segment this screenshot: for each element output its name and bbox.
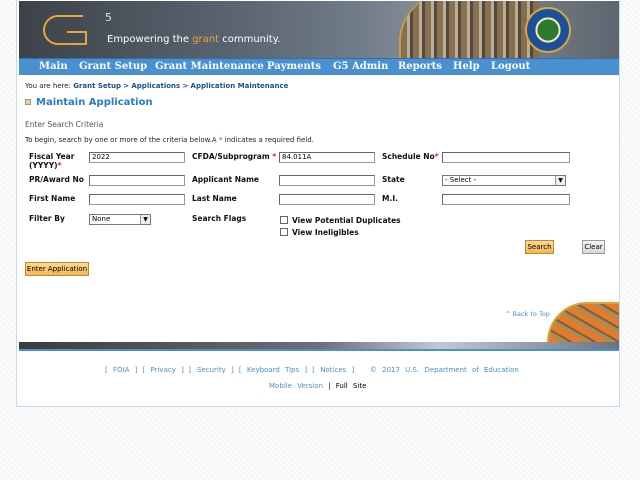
full-site-label: Full Site [335,382,367,390]
footer-band [19,342,619,351]
view-duplicates-label: View Potential Duplicates [292,216,401,225]
breadcrumb: You are here: Grant Setup > Applications… [25,82,289,90]
page-title: Maintain Application [25,97,153,108]
footer-security[interactable]: Security [197,366,226,374]
nav-payments[interactable]: Payments [267,61,321,72]
copyright: © 2017 U.S. Department of Education [369,366,519,374]
footer-privacy[interactable]: Privacy [151,366,176,374]
nav-help[interactable]: Help [453,61,480,72]
page-icon [25,99,31,105]
filter-by-select[interactable]: None ▼ [89,214,151,225]
main-nav: Main Grant Setup Grant Maintenance Payme… [19,58,619,75]
section-title: Enter Search Criteria [25,120,104,129]
search-button[interactable]: Search [525,240,554,254]
intro-text: To begin, search by one or more of the c… [25,136,314,144]
site-version: Mobile Version | Full Site [269,382,367,390]
footer-keyboard-tips[interactable]: Keyboard Tips [247,366,299,374]
last-name-label: Last Name [192,194,237,203]
first-name-label: First Name [29,194,76,203]
chevron-down-icon: ▼ [140,215,150,224]
nav-reports[interactable]: Reports [398,61,442,72]
cfda-label: CFDA/Subprogram * [192,152,277,161]
g5-logo-bar [67,31,87,45]
mi-label: M.I. [382,194,398,203]
schedule-input[interactable] [442,152,570,163]
page-container: 5 Empowering the grant community. Main G… [16,0,620,407]
clear-button[interactable]: Clear [582,240,605,254]
last-name-input[interactable] [279,194,375,205]
pr-award-input[interactable] [89,175,185,186]
mobile-version-link[interactable]: Mobile Version [269,382,323,390]
crumb-grant-setup[interactable]: Grant Setup [73,82,121,90]
nav-logout[interactable]: Logout [491,61,530,72]
logo-five: 5 [105,11,112,24]
first-name-input[interactable] [89,194,185,205]
view-ineligibles-label: View Ineligibles [292,228,359,237]
tagline: Empowering the grant community. [107,34,281,45]
applicant-name-input[interactable] [279,175,375,186]
state-label: State [382,175,405,184]
mi-input[interactable] [442,194,570,205]
filter-by-label: Filter By [29,214,65,223]
classroom-image [547,302,619,342]
chevron-down-icon: ▼ [555,176,565,185]
schedule-label: Schedule No* [382,152,439,161]
nav-g5-admin[interactable]: G5 Admin [333,61,388,72]
fiscal-year-label: Fiscal Year (YYYY)* [29,152,75,170]
cfda-input[interactable]: 84.011A [279,152,375,163]
crumb-application-maintenance[interactable]: Application Maintenance [191,82,289,90]
footer-notices[interactable]: Notices [320,366,346,374]
search-flags-label: Search Flags [192,214,247,223]
nav-grant-setup[interactable]: Grant Setup [79,61,147,72]
back-to-top-link[interactable]: ^ Back to Top [505,310,550,318]
fiscal-year-input[interactable]: 2022 [89,152,185,163]
footer-foia[interactable]: FOIA [113,366,129,374]
pr-award-label: PR/Award No [29,175,84,184]
footer-links: [ FOIA ] [ Privacy ] [ Security ] [ Keyb… [105,366,519,374]
view-ineligibles-checkbox[interactable] [280,228,288,236]
applicant-name-label: Applicant Name [192,175,259,184]
nav-grant-maintenance[interactable]: Grant Maintenance [155,61,264,72]
state-select[interactable]: - Select - ▼ [442,175,566,186]
enter-application-button[interactable]: Enter Application [25,262,89,276]
bookshelf-image [399,1,539,58]
view-duplicates-checkbox[interactable] [280,216,288,224]
crumb-applications[interactable]: Applications [131,82,180,90]
header-banner: 5 Empowering the grant community. [19,1,619,58]
nav-main[interactable]: Main [39,61,68,72]
department-seal [525,7,571,53]
